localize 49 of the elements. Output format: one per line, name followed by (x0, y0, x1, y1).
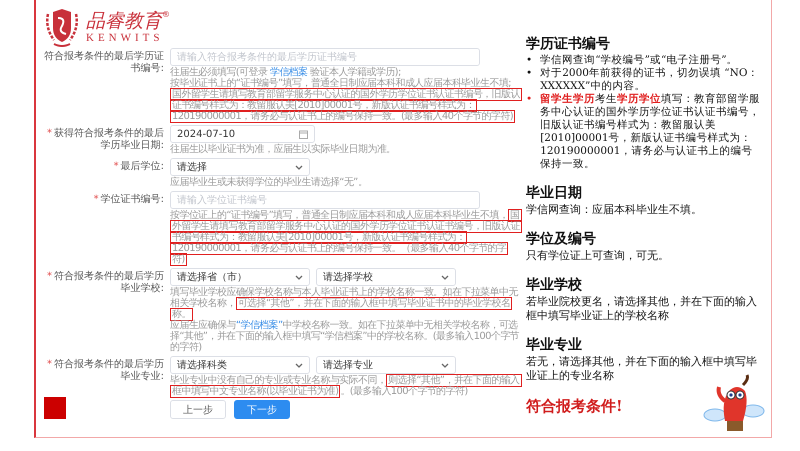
calendar-icon (299, 130, 308, 138)
section-text: 学信网查询：应届本科毕业生不填。 (526, 203, 703, 217)
hint-text: 往届生必须填写(可登录 学信档案 验证本人学籍或学历); (170, 67, 401, 78)
select-dropdown[interactable]: 请选择专业 (316, 356, 456, 374)
bullet-text: 留学生学历考生学历学位填写：教育部留学服务中心认证的国外学历学位证书认证书编号，旧版认证书编号样式为：教留服认美[2010]00001号，新版认证书编号样式为：120190000001，请务必与认证书上的编号保持一致。 (540, 93, 761, 171)
field-label: * 获得符合报考条件的最后学历毕业日期: (46, 126, 164, 152)
hint-text: 毕业专业中没有自己的专业或专业名称与实际不同， 则选择“其他”，并在下面的输入框中填写中文专业名称(以毕业证书为准) 。(最多输入100个字节的字符) (170, 375, 520, 397)
hint-text: 填写毕业学校应确保学校名称与本人毕业证书上的学校名称一致。如在下拉菜单中无相关学校名称， 可选择“其他”，并在下面的输入框中填写毕业证书中的毕业学校名称。 (170, 287, 520, 320)
hint-text: 应届生应确保与“学信档案”中学校名称一致。如在下拉菜单中无相关学校名称，可选择“其他”，并在下面的输入框中填写“学信档案”中的学校名称。(最多输入100个字节的字符) (170, 320, 520, 353)
field-label: * 学位证书编号: (92, 192, 164, 206)
date-field[interactable]: 2024-07-10 (170, 125, 315, 143)
section-text: 若毕业院校更名，请选择其他，并在下面的输入框中填写毕业证上的学校名称 (526, 295, 758, 323)
section-text: 若无，请选择其他，并在下面的输入框中填写毕业证上的专业名称 (526, 355, 758, 383)
bullet-text: 对于2000年前获得的证书，切勿误填 “NO：XXXXXX”中的内容。 (540, 67, 760, 93)
bullet-marker: • (526, 93, 532, 107)
square-decoration (44, 397, 66, 419)
hint-text: 按毕业证书上的“证书编号”填写，普通全日制应届本科和成人应届本科毕业生不填; (170, 78, 512, 89)
text-input[interactable]: 请输入符合报考条件的最后学历证书编号 (170, 48, 480, 66)
hint-text: 应届毕业生或未获得学位的毕业生请选择“无”。 (170, 177, 368, 188)
hint-text: 按学位证上的“证书编号”填写，普通全日制应届本科和成人应届本科毕业生不填， 国外留学生请填写教育部留学服务中心认证的国外学历学位证书认证书编号，旧版认证书编号样式为：教留服认美[2010]00001号，新版认证书编号样式为：120190000001，请务必与认证书上的编号保持一致。（最多输入40个字节的字符) (170, 210, 520, 265)
section-heading: 毕业日期 (526, 185, 583, 202)
bullet-text: 学信网查询“学校编号”或“电子注册号”。 (540, 54, 738, 67)
section-heading: 学历证书编号 (526, 36, 611, 53)
select-dropdown[interactable]: 请选择科类 (170, 356, 310, 374)
brand-latin-name: KENWITS (86, 32, 164, 44)
section-heading: 毕业学校 (526, 277, 583, 294)
chevron-down-icon (295, 274, 303, 280)
section-heading: 学位及编号 (526, 231, 597, 248)
chevron-down-icon (295, 362, 303, 368)
select-dropdown[interactable]: 请选择 (170, 158, 310, 176)
hint-text: 往届生以毕业证书为准，应届生以实际毕业日期为准。 (170, 144, 397, 155)
back-button[interactable]: 上一步 (170, 400, 226, 419)
select-dropdown[interactable]: 请选择省（市） (170, 268, 310, 286)
chevron-down-icon (295, 164, 303, 170)
select-dropdown[interactable]: 请选择学校 (316, 268, 456, 286)
registered-mark: ® (162, 10, 170, 19)
chevron-down-icon (441, 362, 449, 368)
bullet-marker: • (526, 67, 532, 81)
section-text: 只有学位证上可查询，可无。 (526, 249, 670, 263)
hint-text: 国外留学生请填写教育部留学服务中心认证的国外学历学位证书认证书编号，旧版认证书编号样式为：教留服认美[2010]00001号，新版认证书编号样式为：120190000001，请务必与认证书上的编号保持一致。(最多输入40个字节的字符) (170, 89, 520, 122)
bullet-marker: • (526, 54, 532, 67)
field-label: * 最后学位: (112, 160, 164, 173)
field-label: * 符合报考条件的最后学历毕业学校: (46, 270, 164, 295)
section-heading: 毕业专业 (526, 337, 583, 354)
field-label: * 符合报考条件的最后学历毕业专业: (46, 358, 164, 383)
field-label: 符合报考条件的最后学历证书编号: (43, 50, 164, 75)
conclusion-text: 符合报考条件! (526, 397, 624, 416)
text-input[interactable]: 请输入学位证书编号 (170, 191, 480, 209)
chevron-down-icon (441, 274, 449, 280)
